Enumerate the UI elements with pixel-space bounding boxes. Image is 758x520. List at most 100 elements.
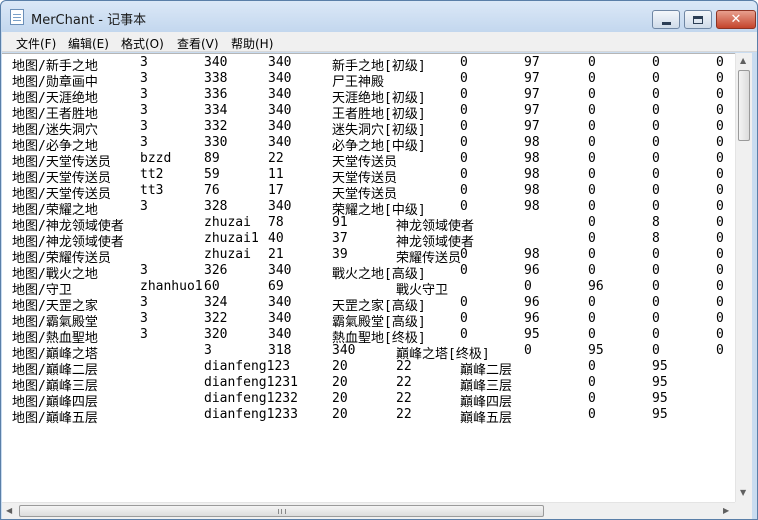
text-field: 22 — [268, 151, 284, 166]
text-field: 97 — [524, 119, 540, 134]
text-field: 37 — [332, 231, 348, 246]
text-editor[interactable]: 地图/新手之地 3 340 340 新手之地[初级] 0 97 0 0 0 地图/勋章画中 3 338 3… — [2, 53, 735, 502]
text-field: 0 — [588, 199, 596, 214]
text-field: 0 — [588, 311, 596, 326]
scroll-right-icon[interactable]: ▶ — [723, 507, 729, 515]
text-field: 0 — [716, 103, 724, 118]
text-field: 0 — [652, 87, 660, 102]
text-field: 336 — [204, 87, 228, 102]
text-field: 0 — [588, 327, 596, 342]
text-field: 20 — [332, 391, 348, 406]
text-field: 0 — [460, 327, 468, 342]
text-field: 0 — [716, 119, 724, 134]
close-icon: ✕ — [730, 12, 742, 27]
text-field: 0 — [460, 311, 468, 326]
maximize-icon — [693, 15, 703, 24]
menu-bar: 文件(F) 编辑(E) 格式(O) 查看(V) 帮助(H) — [2, 32, 757, 52]
text-field: 340 — [268, 327, 292, 342]
text-field: 96 — [524, 263, 540, 278]
text-field: 0 — [460, 103, 468, 118]
horizontal-scrollbar[interactable]: ◀ ▶ — [2, 502, 735, 519]
text-field: 95 — [652, 359, 668, 374]
text-field: 0 — [716, 231, 724, 246]
text-field: 69 — [268, 279, 284, 294]
text-field: 0 — [716, 135, 724, 150]
text-field: 324 — [204, 295, 228, 310]
text-field: tt3 — [140, 183, 164, 198]
text-field: 0 — [652, 199, 660, 214]
text-field: 0 — [460, 55, 468, 70]
text-field: 97 — [524, 103, 540, 118]
text-field: zhuzai — [204, 247, 251, 262]
text-field: 60 — [204, 279, 220, 294]
text-field: 340 — [332, 343, 356, 358]
menu-edit[interactable]: 编辑(E) — [68, 35, 109, 52]
text-field: 59 — [204, 167, 220, 182]
text-field: 0 — [524, 343, 532, 358]
text-field: 340 — [268, 55, 292, 70]
text-field: 98 — [524, 199, 540, 214]
vertical-scrollbar[interactable]: ▲ ▼ — [735, 53, 752, 502]
text-field: 0 — [652, 327, 660, 342]
text-field: 95 — [652, 391, 668, 406]
text-field: 0 — [652, 279, 660, 294]
menu-format[interactable]: 格式(O) — [121, 35, 164, 52]
minimize-icon — [661, 21, 671, 25]
text-field: 338 — [204, 71, 228, 86]
text-field: 0 — [652, 167, 660, 182]
scroll-up-icon[interactable]: ▲ — [740, 57, 746, 65]
text-field: 98 — [524, 247, 540, 262]
text-field: 8 — [652, 231, 660, 246]
vertical-scroll-thumb[interactable] — [738, 70, 750, 141]
text-field: 20 — [332, 407, 348, 422]
text-field: 3 — [140, 55, 148, 70]
text-field: 326 — [204, 263, 228, 278]
text-field: 98 — [524, 167, 540, 182]
text-field: 22 — [396, 391, 412, 406]
text-field: 22 — [396, 375, 412, 390]
text-field: 0 — [716, 263, 724, 278]
menu-help[interactable]: 帮助(H) — [231, 35, 273, 52]
text-field: dianfeng1232 — [204, 391, 298, 406]
text-field: 0 — [652, 295, 660, 310]
text-field: 0 — [460, 119, 468, 134]
text-field: 0 — [716, 215, 724, 230]
text-field: 0 — [460, 71, 468, 86]
horizontal-scroll-thumb[interactable] — [19, 505, 544, 517]
text-field: 0 — [588, 247, 596, 262]
text-field: 0 — [588, 231, 596, 246]
text-field: 334 — [204, 103, 228, 118]
minimize-button[interactable] — [652, 10, 680, 29]
text-field: 0 — [460, 247, 468, 262]
text-field: 330 — [204, 135, 228, 150]
text-field: 0 — [588, 215, 596, 230]
text-field: 0 — [588, 375, 596, 390]
text-field: 340 — [268, 119, 292, 134]
menu-view[interactable]: 查看(V) — [177, 35, 219, 52]
scroll-down-icon[interactable]: ▼ — [740, 489, 746, 497]
text-field: dianfeng123 — [204, 359, 291, 374]
text-field: 96 — [524, 311, 540, 326]
scroll-grip-icon — [278, 509, 286, 514]
text-field: 0 — [588, 183, 596, 198]
text-field: 0 — [716, 167, 724, 182]
window-title: MerChant - 记事本 — [31, 13, 147, 28]
text-field: 0 — [460, 295, 468, 310]
text-field: 340 — [268, 199, 292, 214]
maximize-button[interactable] — [684, 10, 712, 29]
text-field: 0 — [588, 407, 596, 422]
text-field: 328 — [204, 199, 228, 214]
text-field: 340 — [268, 295, 292, 310]
close-button[interactable]: ✕ — [716, 10, 756, 29]
text-field: 20 — [332, 359, 348, 374]
text-field: 0 — [716, 295, 724, 310]
title-bar[interactable]: MerChant - 记事本 ✕ — [1, 1, 757, 32]
text-field: 78 — [268, 215, 284, 230]
text-field: 8 — [652, 215, 660, 230]
text-field: 0 — [652, 119, 660, 134]
text-field: 97 — [524, 87, 540, 102]
menu-file[interactable]: 文件(F) — [16, 35, 56, 52]
text-field: 95 — [652, 407, 668, 422]
scroll-left-icon[interactable]: ◀ — [6, 507, 12, 515]
text-field: 0 — [460, 151, 468, 166]
